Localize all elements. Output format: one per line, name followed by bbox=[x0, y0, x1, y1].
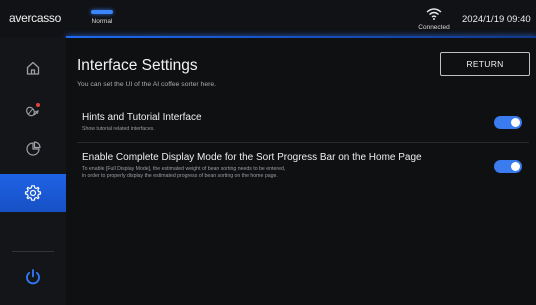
setting-description: Show tutorial related interfaces. bbox=[82, 126, 155, 132]
sidebar-item-bean-analysis[interactable] bbox=[0, 91, 66, 129]
setting-title: Hints and Tutorial Interface bbox=[82, 112, 202, 123]
power-button[interactable] bbox=[0, 258, 66, 296]
wifi-icon bbox=[426, 8, 442, 20]
setting-description: To enable [Full Display Mode], the estim… bbox=[82, 166, 526, 180]
datetime: 2024/1/19 09:40 bbox=[462, 14, 531, 25]
sidebar-item-home[interactable] bbox=[0, 49, 66, 87]
setting-complete-display-mode: Enable Complete Display Mode for the Sor… bbox=[82, 152, 526, 180]
toggle-knob bbox=[511, 162, 520, 171]
return-button[interactable]: RETURN bbox=[440, 52, 530, 76]
sidebar bbox=[0, 38, 66, 305]
page-title: Interface Settings bbox=[77, 57, 198, 74]
coffee-bean-alert-icon bbox=[26, 103, 40, 117]
sidebar-divider bbox=[12, 251, 54, 252]
top-status-bar: avercasso Normal Connected 2024/1/19 09:… bbox=[0, 0, 536, 39]
setting-hints-tutorial: Hints and Tutorial Interface Show tutori… bbox=[82, 112, 526, 133]
connection-status: Connected bbox=[414, 8, 454, 31]
complete-display-mode-toggle[interactable] bbox=[494, 160, 522, 173]
sidebar-item-statistics[interactable] bbox=[0, 130, 66, 168]
power-icon bbox=[26, 269, 40, 285]
setting-description-line: in order to properly display the estimat… bbox=[82, 173, 278, 179]
hints-tutorial-toggle[interactable] bbox=[494, 116, 522, 129]
pie-chart-icon bbox=[26, 141, 41, 156]
main-panel: Interface Settings You can set the UI of… bbox=[66, 38, 536, 305]
gear-icon bbox=[24, 185, 42, 201]
mode-label: Normal bbox=[91, 18, 113, 25]
setting-title: Enable Complete Display Mode for the Sor… bbox=[82, 152, 422, 163]
setting-description-line: To enable [Full Display Mode], the estim… bbox=[82, 166, 286, 172]
brand-logo: avercasso bbox=[9, 11, 61, 25]
toggle-knob bbox=[511, 118, 520, 127]
setting-divider bbox=[77, 142, 529, 143]
page-subtitle: You can set the UI of the AI coffee sort… bbox=[77, 81, 217, 88]
mode-indicator: Normal bbox=[88, 10, 116, 25]
sidebar-item-settings[interactable] bbox=[0, 174, 66, 212]
home-icon bbox=[26, 61, 40, 75]
connection-label: Connected bbox=[418, 24, 450, 31]
mode-pill-icon bbox=[91, 10, 113, 14]
